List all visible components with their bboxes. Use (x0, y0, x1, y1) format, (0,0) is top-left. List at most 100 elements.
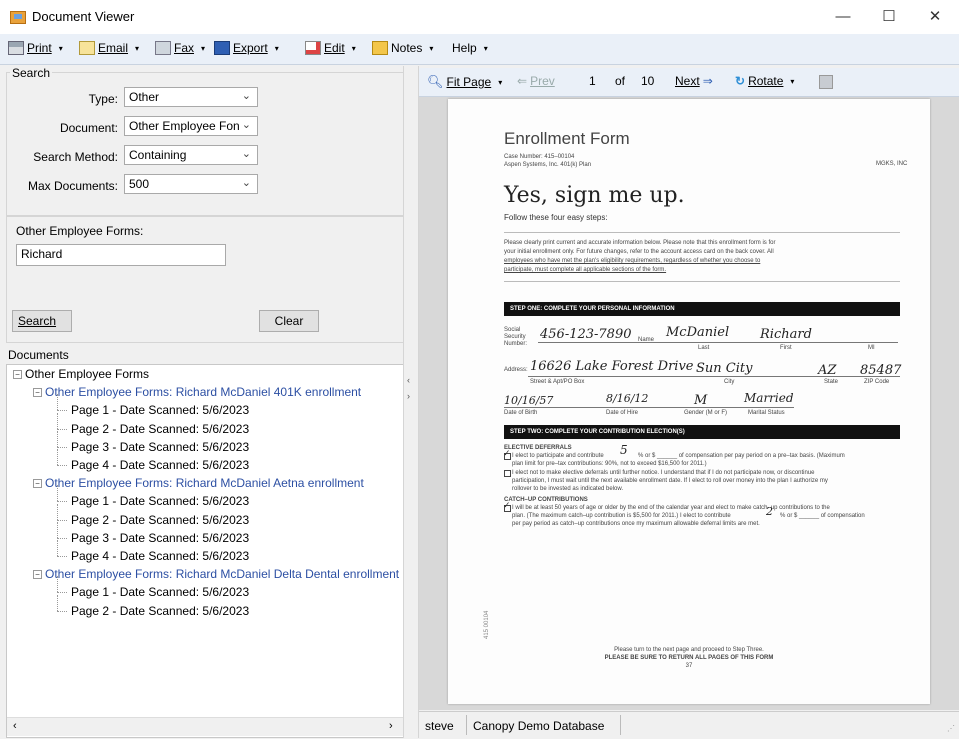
scroll-right-icon[interactable]: › (389, 720, 393, 732)
doc-line: I will be at least 50 years of age or ol… (512, 505, 830, 511)
caption: Date of Birth (504, 410, 538, 416)
check-mark-icon: ✓ (503, 500, 511, 510)
document-dropdown[interactable]: Other Employee Fon ⌄ (124, 116, 258, 136)
rotate-icon: ↻ (735, 74, 746, 88)
caption: Date of Hire (606, 410, 639, 416)
next-page-button[interactable]: Next ⇒ (675, 74, 713, 88)
panel-splitter[interactable]: ‹ › (403, 66, 419, 738)
checkbox-unchecked (504, 470, 511, 477)
caption: Last (698, 345, 710, 351)
search-group-label: Search (10, 66, 53, 80)
caption: State (824, 379, 839, 385)
doc-line: I elect not to make elective deferrals u… (512, 470, 815, 476)
chevron-down-icon: ▾ (483, 43, 488, 53)
search-button[interactable]: Search (12, 310, 72, 332)
arrow-right-icon: ⇒ (702, 74, 713, 88)
doc-line: % or $ ______ of compensation per pay pe… (638, 453, 845, 459)
caption: City (724, 379, 735, 385)
doc-title: Enrollment Form (504, 129, 630, 148)
email-menu[interactable]: Email ▾ (79, 41, 139, 55)
chevron-down-icon: ▾ (498, 77, 503, 87)
address-label: Address: (504, 367, 528, 373)
ssn-value: 456-123-7890 (540, 327, 632, 342)
chevron-down-icon: ⌄ (241, 148, 251, 160)
main-toolbar: Print ▾ Email ▾ Fax ▾ Export ▾ Edit ▾ No… (0, 34, 959, 65)
max-documents-dropdown[interactable]: 500 ⌄ (124, 174, 258, 194)
last-name-value: McDaniel (666, 325, 730, 340)
search-method-label: Search Method: (33, 150, 118, 164)
doc-line: % or $ ______ of compensation (780, 513, 865, 519)
catchup-value: 2 (766, 505, 773, 518)
edit-menu[interactable]: Edit ▾ (305, 41, 356, 55)
chevron-down-icon: ▾ (135, 43, 140, 53)
current-page-number[interactable]: 1 (589, 74, 596, 88)
caption: First (780, 345, 792, 351)
chevron-down-icon: ▾ (274, 43, 279, 53)
side-code: 415 00104 (484, 610, 490, 639)
collapse-icon[interactable]: − (33, 479, 42, 489)
expand-right-icon[interactable]: › (407, 391, 410, 401)
maximize-button[interactable]: ☐ (866, 0, 912, 34)
chevron-down-icon: ⌄ (241, 119, 251, 131)
collapse-icon[interactable]: − (33, 388, 42, 398)
prev-page-button[interactable]: ⇐ Prev (517, 74, 555, 88)
document-page: Enrollment Form Case Number: 415–00104 A… (448, 99, 930, 704)
rotate-menu[interactable]: ↻ Rotate ▾ (735, 74, 794, 88)
chevron-down-icon: ▾ (201, 43, 206, 53)
printer-icon (8, 41, 24, 55)
collapse-left-icon[interactable]: ‹ (407, 375, 410, 385)
footer-note: Please turn to the next page and proceed… (614, 647, 764, 653)
catchup-heading: CATCH–UP CONTRIBUTIONS (504, 497, 588, 503)
step-one-heading: STEP ONE: COMPLETE YOUR PERSONAL INFORMA… (504, 302, 900, 316)
marital-value: Married (744, 391, 794, 405)
horizontal-scrollbar[interactable]: ‹ › (7, 717, 403, 736)
status-database: Canopy Demo Database (473, 719, 605, 733)
fit-page-menu[interactable]: 🔍︎ Fit Page ▾ (427, 74, 502, 90)
doc-headline: Yes, sign me up. (504, 183, 685, 208)
gender-value: M (694, 393, 708, 408)
close-button[interactable]: ✕ (912, 0, 958, 34)
type-dropdown[interactable]: Other ⌄ (124, 87, 258, 107)
print-menu[interactable]: Print ▾ (8, 41, 63, 55)
collapse-icon[interactable]: − (33, 570, 42, 580)
caption: Marital Status (748, 410, 785, 416)
magnifier-icon: 🔍︎ (427, 74, 444, 89)
doc-case-number: Case Number: 415–00104 (504, 154, 575, 160)
floppy-disk-icon (214, 41, 230, 55)
contribution-value: 5 (620, 443, 628, 457)
doc-line: participation, I must wait until the nex… (512, 478, 828, 484)
minimize-button[interactable]: — (820, 0, 866, 34)
edit-pencil-icon (305, 41, 321, 55)
doc-line: per pay period as catch–up contributions… (512, 521, 760, 527)
ssn-label: Social Security Number: (504, 327, 528, 347)
caption: Street & Apt/PO Box (530, 379, 585, 385)
doc-line: plan limit for pre–tax contributions: 90… (512, 461, 707, 467)
fax-menu[interactable]: Fax ▾ (155, 41, 205, 55)
other-employee-forms-input[interactable]: Richard (16, 244, 226, 266)
resize-grip-icon[interactable]: ⋰ (947, 724, 955, 733)
doc-subheadline: Follow these four easy steps: (504, 213, 608, 222)
caption: Gender (M or F) (684, 410, 728, 416)
note-icon (372, 41, 388, 55)
chevron-down-icon: ⌄ (241, 90, 251, 102)
app-icon (10, 11, 26, 24)
save-disabled-icon (819, 75, 833, 89)
page-number: 37 (685, 663, 693, 669)
max-documents-label: Max Documents: (27, 179, 118, 193)
viewer-toolbar: 🔍︎ Fit Page ▾ ⇐ Prev 1 of 10 Next ⇒ ↻ Ro… (419, 68, 959, 97)
notes-menu[interactable]: Notes ▾ (372, 41, 433, 55)
doc-line: I elect to participate and contribute (512, 453, 604, 459)
chevron-down-icon: ▾ (790, 76, 795, 86)
export-menu[interactable]: Export ▾ (214, 41, 279, 55)
chevron-down-icon: ▾ (58, 43, 63, 53)
chevron-down-icon: ▾ (429, 43, 434, 53)
collapse-icon[interactable]: − (13, 370, 22, 379)
scroll-left-icon[interactable]: ‹ (13, 720, 17, 732)
clear-button[interactable]: Clear (259, 310, 319, 332)
search-method-dropdown[interactable]: Containing ⌄ (124, 145, 258, 165)
doc-line: plan. (The maximum catch–up contribution… (512, 513, 731, 519)
title-bar: Document Viewer — ☐ ✕ (0, 0, 959, 35)
doc-plan: Aspen Systems, Inc. 401(k) Plan (504, 162, 592, 168)
help-menu[interactable]: Help ▾ (452, 41, 488, 55)
fax-icon (155, 41, 171, 55)
